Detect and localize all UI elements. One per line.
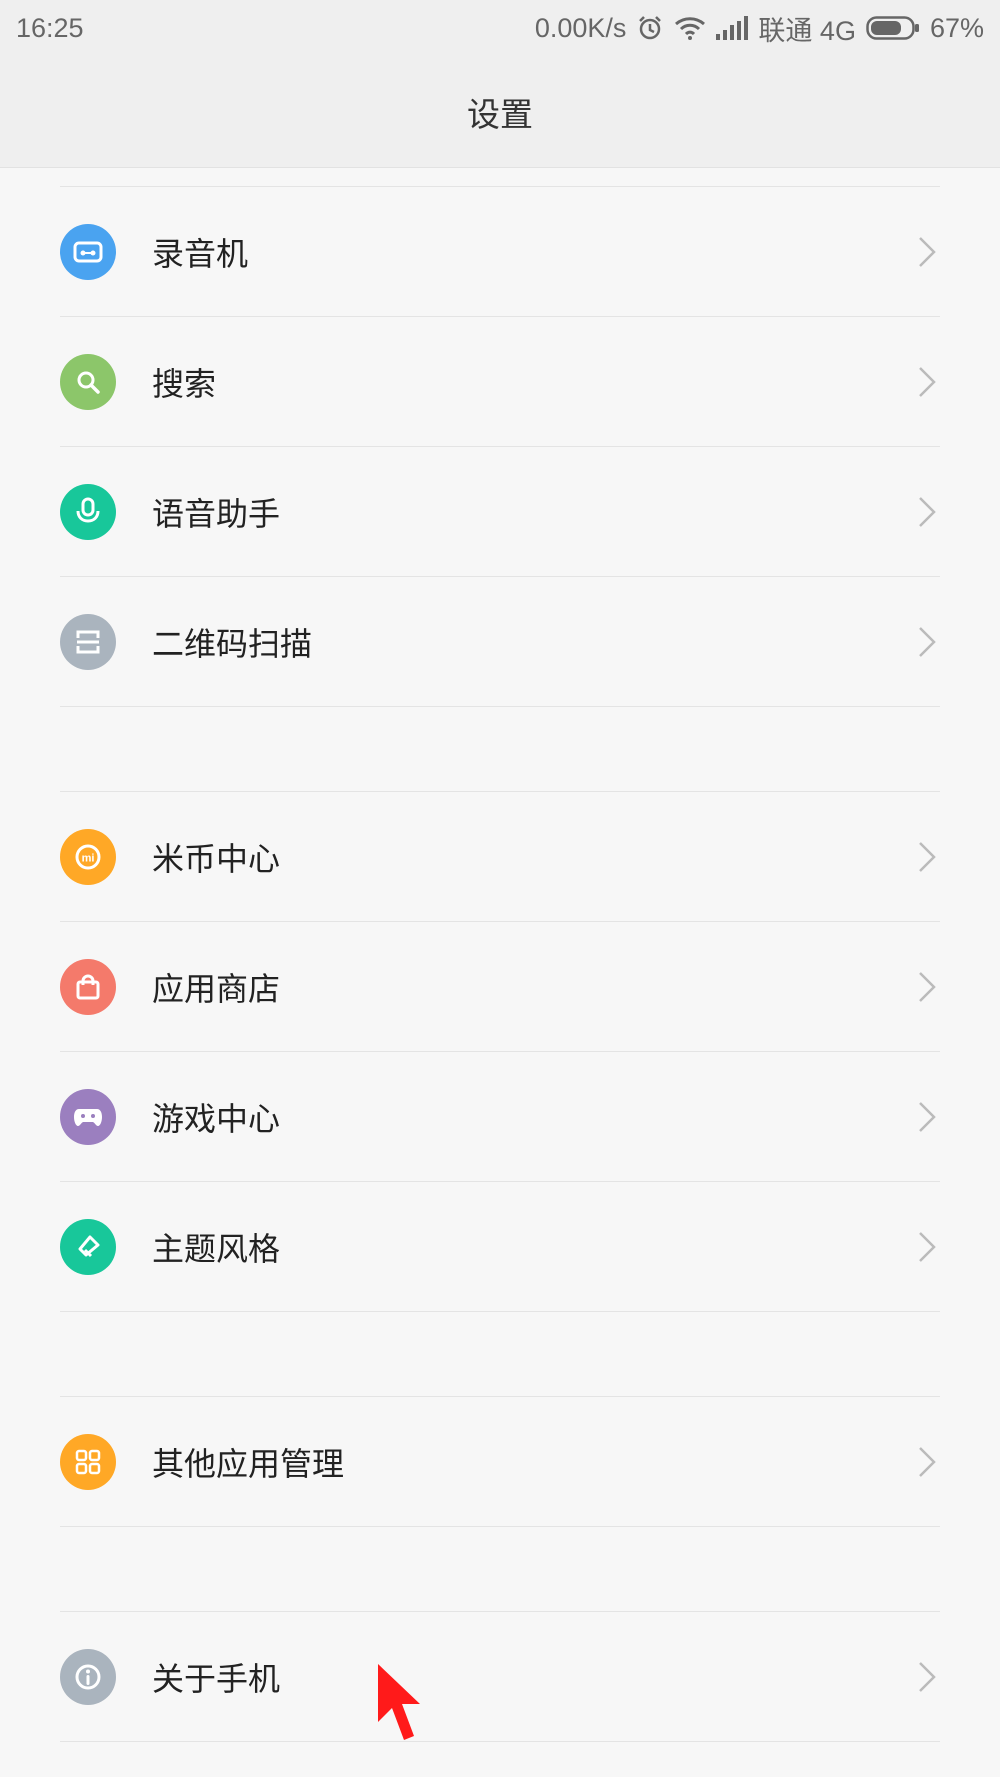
carrier-name: 联通 4G (758, 15, 856, 46)
settings-item-label: 应用商店 (152, 969, 281, 1008)
scan-icon (60, 613, 116, 670)
apps-grid-icon (60, 1433, 116, 1490)
page-title: 设置 (467, 94, 533, 134)
svg-text:mi: mi (82, 852, 95, 864)
chevron-right-icon (919, 841, 936, 872)
settings-item-themes[interactable]: 主题风格 (60, 1182, 940, 1312)
battery-icon (866, 15, 920, 41)
chevron-right-icon (919, 971, 936, 1002)
settings-section: 录音机 搜索 语音助手 二维码扫描 (60, 186, 940, 707)
settings-item-voice-assistant[interactable]: 语音助手 (60, 447, 940, 577)
mic-icon (60, 483, 116, 540)
settings-item-label: 语音助手 (152, 494, 281, 533)
chevron-right-icon (919, 1661, 936, 1692)
network-speed: 0.00K/s (534, 12, 627, 43)
signal-icon (716, 16, 749, 40)
settings-item-label: 二维码扫描 (152, 624, 313, 663)
settings-item-about-phone[interactable]: 关于手机 (60, 1612, 940, 1742)
settings-item-qr-scan[interactable]: 二维码扫描 (60, 577, 940, 707)
mi-coin-icon: mi (60, 828, 116, 885)
info-icon (60, 1648, 116, 1705)
settings-section: mi 米币中心 应用商店 游戏中心 主题风格 (60, 791, 940, 1312)
settings-item-label: 关于手机 (152, 1659, 281, 1698)
chevron-right-icon (919, 1231, 936, 1262)
battery-percent: 67% (929, 12, 984, 43)
shopping-bag-icon (60, 958, 116, 1015)
status-indicators: 0.00K/s 联通 4G 67% (535, 9, 984, 48)
status-bar: 16:25 0.00K/s 联通 4G 67% (0, 0, 1000, 56)
settings-list: 录音机 搜索 语音助手 二维码扫描 mi 米币中心 应用商店 游戏中心 主题风格… (0, 168, 1000, 1777)
chevron-right-icon (919, 1446, 936, 1477)
settings-item-app-store[interactable]: 应用商店 (60, 922, 940, 1052)
settings-item-label: 搜索 (152, 364, 217, 403)
chevron-right-icon (919, 626, 936, 657)
recorder-icon (60, 223, 116, 280)
chevron-right-icon (919, 366, 936, 397)
settings-item-label: 米币中心 (152, 839, 281, 878)
search-icon (60, 353, 116, 410)
gamepad-icon (60, 1088, 116, 1145)
chevron-right-icon (919, 1101, 936, 1132)
settings-item-other-apps[interactable]: 其他应用管理 (60, 1397, 940, 1527)
settings-item-mi-coin[interactable]: mi 米币中心 (60, 792, 940, 922)
status-time: 16:25 (16, 12, 84, 43)
pointer-cursor-icon (378, 1664, 420, 1740)
settings-item-label: 游戏中心 (152, 1099, 281, 1138)
settings-section: 关于手机 (60, 1611, 940, 1742)
header: 设置 (0, 56, 1000, 168)
brush-icon (60, 1218, 116, 1275)
settings-item-recorder[interactable]: 录音机 (60, 187, 940, 317)
chevron-right-icon (919, 496, 936, 527)
chevron-right-icon (919, 236, 936, 267)
settings-item-game-center[interactable]: 游戏中心 (60, 1052, 940, 1182)
alarm-icon (636, 14, 664, 42)
settings-item-label: 主题风格 (152, 1229, 281, 1268)
settings-item-label: 录音机 (152, 234, 249, 273)
wifi-icon (674, 15, 706, 41)
settings-item-search[interactable]: 搜索 (60, 317, 940, 447)
settings-item-label: 其他应用管理 (152, 1444, 345, 1483)
settings-section: 其他应用管理 (60, 1396, 940, 1527)
